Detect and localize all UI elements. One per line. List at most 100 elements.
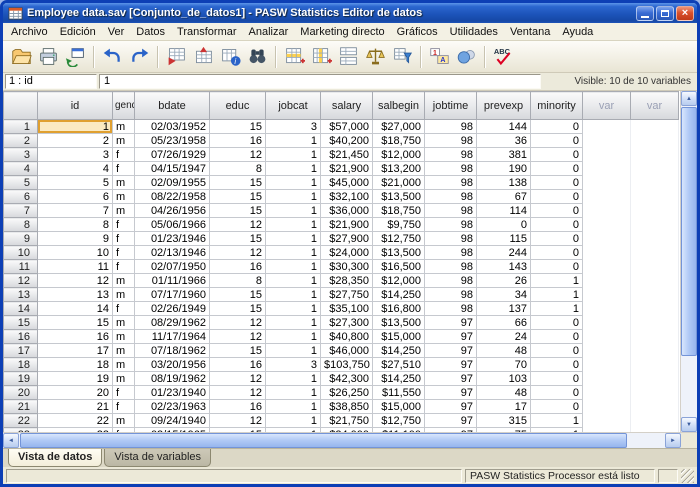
data-cell[interactable]: 0 (531, 386, 583, 400)
weight-cases-icon[interactable] (362, 44, 388, 70)
data-cell[interactable]: $21,000 (373, 176, 425, 190)
data-cell[interactable] (631, 218, 679, 232)
data-cell[interactable]: 98 (425, 246, 477, 260)
data-cell[interactable]: 12 (210, 148, 266, 162)
data-cell[interactable]: 02/03/1952 (135, 120, 210, 134)
data-cell[interactable]: 1 (266, 372, 321, 386)
data-cell[interactable] (631, 358, 679, 372)
data-cell[interactable]: 1 (266, 162, 321, 176)
data-cell[interactable] (583, 218, 631, 232)
data-cell[interactable]: 22 (38, 414, 113, 428)
row-number[interactable]: 6 (4, 190, 38, 204)
data-cell[interactable]: f (113, 386, 135, 400)
data-cell[interactable] (583, 148, 631, 162)
data-cell[interactable]: 02/23/1963 (135, 400, 210, 414)
data-cell[interactable]: $14,250 (373, 288, 425, 302)
data-cell[interactable]: 98 (425, 260, 477, 274)
row-number[interactable]: 14 (4, 302, 38, 316)
row-number[interactable]: 8 (4, 218, 38, 232)
data-cell[interactable]: 190 (477, 162, 531, 176)
data-cell[interactable]: 11/17/1964 (135, 330, 210, 344)
data-cell[interactable]: $15,000 (373, 400, 425, 414)
data-cell[interactable] (631, 274, 679, 288)
column-header-educ[interactable]: educ (210, 92, 266, 120)
data-cell[interactable]: 315 (477, 414, 531, 428)
row-number[interactable]: 18 (4, 358, 38, 372)
tab-vista-de-datos[interactable]: Vista de datos (8, 449, 102, 467)
data-cell[interactable] (631, 232, 679, 246)
data-cell[interactable]: $11,550 (373, 386, 425, 400)
data-cell[interactable] (583, 302, 631, 316)
data-cell[interactable]: 8 (38, 218, 113, 232)
data-cell[interactable]: 15 (38, 316, 113, 330)
data-cell[interactable]: 0 (531, 120, 583, 134)
resize-grip[interactable] (681, 469, 694, 483)
data-cell[interactable]: 1 (266, 134, 321, 148)
data-cell[interactable]: 0 (531, 358, 583, 372)
data-cell[interactable]: 36 (477, 134, 531, 148)
data-cell[interactable]: f (113, 246, 135, 260)
column-header-id[interactable]: id (38, 92, 113, 120)
data-cell[interactable] (583, 288, 631, 302)
variables-icon[interactable]: i (217, 44, 243, 70)
menu-ayuda[interactable]: Ayuda (556, 24, 599, 40)
data-cell[interactable]: 1 (266, 302, 321, 316)
data-cell[interactable]: $12,000 (373, 148, 425, 162)
data-cell[interactable]: $13,500 (373, 316, 425, 330)
data-cell[interactable]: 70 (477, 358, 531, 372)
data-cell[interactable] (631, 176, 679, 190)
data-cell[interactable] (631, 190, 679, 204)
column-header-bdate[interactable]: bdate (135, 92, 210, 120)
data-cell[interactable]: 12 (210, 218, 266, 232)
data-cell[interactable] (631, 148, 679, 162)
data-cell[interactable]: 01/11/1966 (135, 274, 210, 288)
data-cell[interactable] (583, 176, 631, 190)
scroll-right-button[interactable]: ► (665, 433, 681, 448)
data-cell[interactable]: 12 (210, 330, 266, 344)
data-cell[interactable]: $18,750 (373, 204, 425, 218)
data-cell[interactable]: 3 (266, 358, 321, 372)
goto-case-icon[interactable] (163, 44, 189, 70)
data-cell[interactable]: m (113, 274, 135, 288)
data-cell[interactable]: 0 (531, 316, 583, 330)
data-cell[interactable] (583, 232, 631, 246)
data-cell[interactable]: 137 (477, 302, 531, 316)
redo-icon[interactable] (126, 44, 152, 70)
data-cell[interactable]: 98 (425, 176, 477, 190)
data-cell[interactable]: 1 (266, 190, 321, 204)
data-cell[interactable]: 01/23/1946 (135, 232, 210, 246)
data-cell[interactable]: m (113, 120, 135, 134)
data-cell[interactable]: m (113, 134, 135, 148)
data-cell[interactable]: 34 (477, 288, 531, 302)
data-cell[interactable]: 15 (210, 302, 266, 316)
data-cell[interactable]: 97 (425, 344, 477, 358)
data-cell[interactable]: 20 (38, 386, 113, 400)
data-cell[interactable]: $24,000 (321, 246, 373, 260)
row-number[interactable]: 10 (4, 246, 38, 260)
data-cell[interactable]: $21,750 (321, 414, 373, 428)
data-cell[interactable]: 97 (425, 400, 477, 414)
data-cell[interactable]: 98 (425, 288, 477, 302)
data-cell[interactable]: 1 (266, 414, 321, 428)
data-cell[interactable]: m (113, 190, 135, 204)
row-number[interactable]: 12 (4, 274, 38, 288)
data-cell[interactable]: $12,000 (373, 274, 425, 288)
data-cell[interactable] (583, 204, 631, 218)
data-cell[interactable]: 0 (531, 260, 583, 274)
data-cell[interactable]: 15 (210, 232, 266, 246)
data-cell[interactable] (583, 372, 631, 386)
data-cell[interactable]: 16 (210, 260, 266, 274)
data-cell[interactable]: 24 (477, 330, 531, 344)
data-cell[interactable]: 1 (266, 204, 321, 218)
horizontal-scrollbar[interactable]: ◄ ► (3, 432, 697, 448)
menu-ver[interactable]: Ver (102, 24, 131, 40)
data-cell[interactable]: $57,000 (321, 120, 373, 134)
data-cell[interactable]: 98 (425, 232, 477, 246)
select-cases-icon[interactable] (389, 44, 415, 70)
horizontal-scroll-track[interactable] (19, 433, 665, 448)
cell-editor[interactable]: 1 (99, 74, 541, 89)
data-cell[interactable]: f (113, 162, 135, 176)
data-cell[interactable]: 1 (531, 302, 583, 316)
data-cell[interactable] (631, 400, 679, 414)
data-cell[interactable]: $12,750 (373, 414, 425, 428)
